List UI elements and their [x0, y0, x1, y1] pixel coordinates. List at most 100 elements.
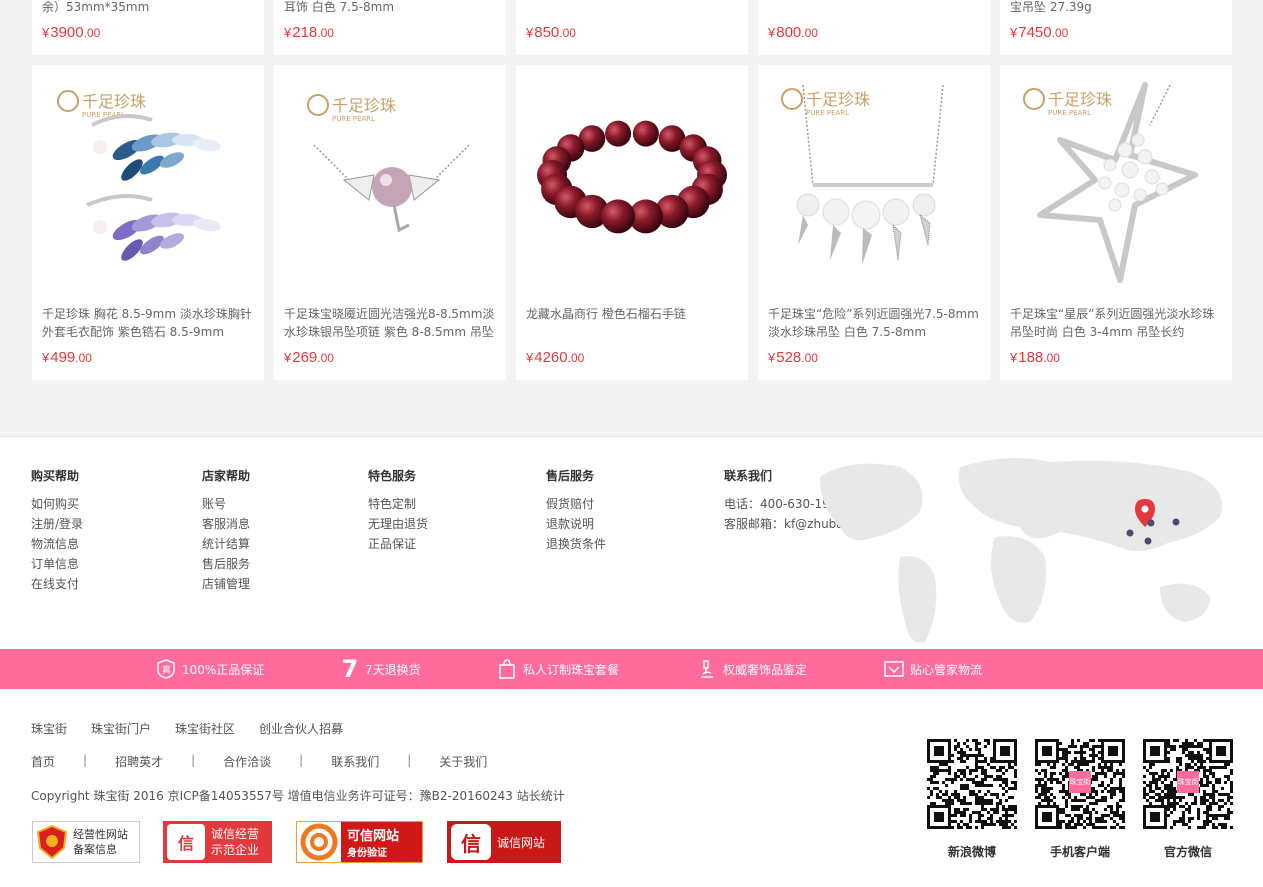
product-card[interactable]: 余）53mm*35mm ¥3900.00 — [32, 0, 264, 55]
footer-link[interactable]: 无理由退货 — [368, 514, 428, 534]
price-decimal: .00 — [317, 351, 334, 365]
credible-icon: 信 — [451, 824, 491, 860]
product-title[interactable]: 龙藏水晶商行 橙色石榴石手链 — [526, 305, 738, 341]
currency-symbol: ¥ — [768, 25, 776, 40]
service-label: 权威奢饰品鉴定 — [723, 662, 808, 677]
site-link[interactable]: 珠宝街社区 — [175, 720, 235, 737]
nav-link-jobs[interactable]: 招聘英才 — [115, 753, 163, 770]
footer-link[interactable]: 假货赔付 — [546, 494, 606, 514]
product-card[interactable]: 千足珍珠 PURE PEARL — [32, 65, 264, 380]
product-title[interactable]: 宝吊坠 27.39g — [1010, 0, 1222, 16]
nav-link-contact[interactable]: 联系我们 — [331, 753, 379, 770]
product-card[interactable]: ¥800.00 — [758, 0, 990, 55]
separator: | — [299, 753, 304, 767]
badge-integrity-enterprise[interactable]: 信 诚信经营 示范企业 — [163, 821, 272, 863]
product-price: ¥528.00 — [768, 349, 818, 366]
badge-record-info[interactable]: 经营性网站 备案信息 — [32, 821, 140, 863]
product-image[interactable] — [516, 65, 748, 297]
footer-link[interactable]: 物流信息 — [31, 534, 83, 554]
footer-link[interactable]: 统计结算 — [202, 534, 250, 554]
currency-symbol: ¥ — [768, 350, 776, 365]
qr-logo: 珠宝街 — [1177, 771, 1199, 793]
service-item[interactable]: 真 100%正品保证 — [156, 649, 264, 689]
site-link[interactable]: 珠宝街门户 — [91, 720, 151, 737]
footer-link[interactable]: 在线支付 — [31, 574, 83, 594]
badge-credible-site[interactable]: 信 诚信网站 — [447, 821, 561, 863]
bottom-footer: 珠宝街 珠宝街门户 珠宝街社区 创业合伙人招募 首页 | 招聘英才 | 合作洽谈… — [0, 689, 1263, 887]
badge-trusted-site[interactable]: 可信网站 身份验证 — [296, 821, 423, 863]
badge-line2: 示范企业 — [211, 843, 260, 857]
product-title[interactable]: 千足珠宝“星辰”系列近圆强光淡水珍珠吊坠时尚 白色 3-4mm 吊坠长约 — [1010, 305, 1222, 341]
nav-links: 首页 | 招聘英才 | 合作洽谈 | 联系我们 | 关于我们 — [31, 753, 487, 770]
product-price: ¥499.00 — [42, 349, 92, 366]
price-decimal: .00 — [567, 351, 585, 365]
qr-official-wechat[interactable]: 珠宝街 官方微信 — [1143, 739, 1233, 860]
footer-link[interactable]: 店铺管理 — [202, 574, 250, 594]
product-title[interactable]: 千足珠宝“危险”系列近圆强光7.5-8mm淡水珍珠吊坠 白色 7.5-8mm — [768, 305, 980, 341]
footer-link[interactable]: 如何购买 — [31, 494, 83, 514]
product-card[interactable]: 千足珍珠 PURE PEARL — [1000, 65, 1232, 380]
product-image[interactable]: 千足珍珠 PURE PEARL — [1000, 65, 1232, 297]
site-link[interactable]: 珠宝街 — [31, 720, 67, 737]
footer-link[interactable]: 账号 — [202, 494, 250, 514]
brand-logo: 千足珍珠 PURE PEARL — [1023, 88, 1112, 117]
footer-link[interactable]: 注册/登录 — [31, 514, 83, 534]
qr-weibo[interactable]: 新浪微博 — [927, 739, 1017, 860]
footer-link[interactable]: 退换货条件 — [546, 534, 606, 554]
product-image[interactable]: 千足珍珠 PURE PEARL — [274, 65, 506, 297]
footer-links: 购买帮助 如何购买 注册/登录 物流信息 订单信息 在线支付 店家帮助 账号 客… — [0, 437, 1263, 649]
service-item[interactable]: 私人订制珠宝套餐 — [497, 649, 619, 689]
footer-link[interactable]: 正品保证 — [368, 534, 428, 554]
footer-link[interactable]: 客服消息 — [202, 514, 250, 534]
qr-mobile-client[interactable]: 珠宝街 手机客户端 — [1035, 739, 1125, 860]
currency-symbol: ¥ — [1010, 350, 1018, 365]
nav-link-about[interactable]: 关于我们 — [439, 753, 487, 770]
product-image[interactable]: 千足珍珠 PURE PEARL — [32, 65, 264, 297]
price-decimal: .00 — [1043, 351, 1060, 365]
footer-col-title: 售后服务 — [546, 469, 595, 483]
bag-icon — [497, 659, 517, 679]
badge-line1: 可信网站 — [347, 829, 400, 844]
qr-caption: 新浪微博 — [947, 845, 996, 859]
footer-link[interactable]: 退款说明 — [546, 514, 606, 534]
footer-link[interactable]: 特色定制 — [368, 494, 428, 514]
product-card[interactable]: 龙藏水晶商行 橙色石榴石手链 ¥4260.00 — [516, 65, 748, 380]
separator: | — [407, 753, 412, 767]
police-badge-icon — [36, 824, 68, 860]
price-integer: 7450 — [1018, 24, 1052, 41]
service-item[interactable]: 贴心管家物流 — [884, 649, 982, 689]
price-integer: 528 — [776, 349, 802, 366]
price-decimal: .00 — [801, 26, 818, 40]
product-card[interactable]: 千足珍珠 PURE PEARL — [758, 65, 990, 380]
product-title[interactable]: 余）53mm*35mm — [42, 0, 254, 16]
product-card[interactable]: 千足珍珠 PURE PEARL 千足珠宝晓魇近圆光洁强光8-8.5mm淡水珍珠银… — [274, 65, 506, 380]
service-item[interactable]: 权威奢饰品鉴定 — [697, 649, 807, 689]
product-title[interactable]: 千足珠宝晓魇近圆光洁强光8-8.5mm淡水珍珠银吊坠项链 紫色 8-8.5mm … — [284, 305, 496, 341]
brand-en: PURE PEARL — [1048, 109, 1091, 117]
footer-link[interactable]: 售后服务 — [202, 554, 250, 574]
badge-line1: 经营性网站 — [73, 828, 128, 841]
currency-symbol: ¥ — [42, 25, 50, 40]
bracelet-bead — [605, 120, 632, 147]
site-link[interactable]: 创业合伙人招募 — [259, 720, 343, 737]
product-price: ¥218.00 — [284, 24, 334, 41]
product-card[interactable]: 宝吊坠 27.39g ¥7450.00 — [1000, 0, 1232, 55]
service-item[interactable]: 7 7天退换货 — [341, 649, 421, 689]
footer-link[interactable]: 订单信息 — [31, 554, 83, 574]
seven-icon: 7 — [341, 655, 359, 683]
currency-symbol: ¥ — [526, 350, 534, 365]
svg-text:真: 真 — [162, 664, 171, 676]
separator: | — [83, 753, 88, 767]
nav-link-cooperation[interactable]: 合作洽谈 — [223, 753, 271, 770]
product-title[interactable]: 千足珍珠 胸花 8.5-9mm 淡水珍珠胸针外套毛衣配饰 紫色锆石 8.5-9m… — [42, 305, 254, 341]
bracelet-bead — [601, 199, 636, 234]
product-card[interactable]: 耳饰 白色 7.5-8mm ¥218.00 — [274, 0, 506, 55]
product-card[interactable]: ¥850.00 — [516, 0, 748, 55]
product-title[interactable]: 耳饰 白色 7.5-8mm — [284, 0, 496, 16]
product-image[interactable]: 千足珍珠 PURE PEARL — [758, 65, 990, 297]
price-integer: 800 — [776, 24, 802, 41]
product-grid: 余）53mm*35mm ¥3900.00 耳饰 白色 7.5-8mm ¥218.… — [0, 0, 1263, 437]
price-integer: 499 — [50, 349, 76, 366]
nav-link-home[interactable]: 首页 — [31, 753, 55, 770]
badge-line2: 备案信息 — [73, 843, 117, 856]
